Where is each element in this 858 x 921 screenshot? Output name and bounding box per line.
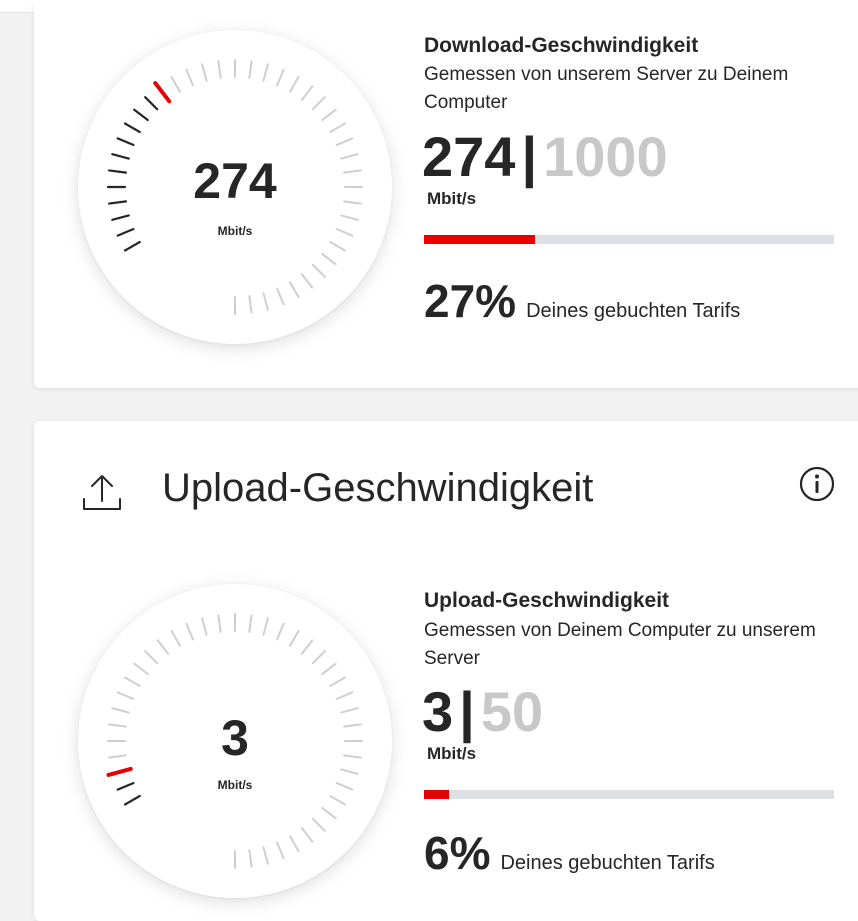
- gauge-tick: [262, 846, 269, 865]
- gauge-tick: [276, 622, 285, 641]
- gauge-indicator-tick: [153, 81, 172, 104]
- download-description: Gemessen von unserem Server zu Deinem Co…: [424, 64, 789, 113]
- gauge-tick: [248, 60, 253, 79]
- download-separator: |: [521, 125, 538, 188]
- gauge-tick: [262, 617, 269, 636]
- gauge-tick: [311, 650, 326, 665]
- gauge-tick: [217, 60, 222, 79]
- gauge-tick: [217, 614, 222, 633]
- gauge-tick: [123, 794, 141, 806]
- download-percent-label: Deines gebuchten Tarifs: [526, 300, 741, 322]
- gauge-tick: [300, 273, 314, 289]
- gauge-tick: [340, 214, 359, 221]
- gauge-tick: [276, 841, 285, 860]
- gauge-tick: [144, 650, 159, 665]
- gauge-tick: [156, 639, 170, 655]
- gauge-tick: [335, 137, 354, 146]
- upload-section-title: Upload-Geschwindigkeit: [162, 466, 594, 510]
- gauge-tick: [321, 806, 337, 820]
- gauge-tick: [111, 214, 130, 221]
- gauge-tick: [262, 63, 269, 82]
- gauge-tick: [248, 849, 253, 868]
- gauge-tick: [300, 639, 314, 655]
- upload-max-value: 50: [480, 680, 544, 743]
- gauge-tick: [133, 108, 149, 122]
- gauge-indicator-tick: [106, 766, 133, 777]
- gauge-tick: [123, 122, 141, 134]
- gauge-tick: [111, 707, 130, 714]
- upload-gauge: 3 Mbit/s: [78, 584, 392, 898]
- gauge-tick: [248, 614, 253, 633]
- gauge-tick: [329, 122, 346, 133]
- gauge-tick: [329, 795, 346, 806]
- upload-separator: |: [459, 680, 475, 743]
- gauge-tick: [300, 827, 314, 843]
- gauge-tick: [340, 768, 359, 775]
- gauge-tick: [329, 241, 346, 252]
- gauge-tick: [335, 691, 354, 700]
- upload-gauge-unit: Mbit/s: [217, 778, 253, 792]
- upload-percent-label: Deines gebuchten Tarifs: [500, 852, 715, 874]
- gauge-tick: [321, 252, 337, 266]
- gauge-tick: [170, 630, 181, 647]
- download-title: Download-Geschwindigkeit: [424, 34, 699, 57]
- download-progress-fill: [424, 235, 535, 244]
- download-gauge-value: 274: [193, 153, 277, 209]
- gauge-tick: [276, 287, 285, 306]
- gauge-tick: [311, 96, 326, 111]
- gauge-tick: [311, 817, 326, 832]
- gauge-tick: [289, 281, 300, 298]
- gauge-tick: [116, 691, 135, 700]
- gauge-tick: [289, 76, 300, 93]
- upload-title: Upload-Geschwindigkeit: [424, 589, 670, 612]
- info-icon[interactable]: [799, 466, 835, 507]
- download-progress-bar: [424, 235, 834, 244]
- download-unit: Mbit/s: [427, 189, 477, 208]
- upload-speed-row: 3 | 50: [422, 684, 543, 740]
- upload-card: Upload-Geschwindigkeit 3 Mbit/s Upload-G…: [34, 421, 858, 921]
- gauge-tick: [321, 108, 337, 122]
- gauge-tick: [123, 240, 141, 252]
- gauge-tick: [185, 68, 194, 87]
- gauge-tick: [201, 63, 208, 82]
- gauge-tick: [201, 617, 208, 636]
- gauge-tick: [185, 622, 194, 641]
- gauge-tick: [289, 835, 300, 852]
- download-percent: 27%: [424, 275, 517, 327]
- gauge-tick: [311, 263, 326, 278]
- gauge-tick: [170, 76, 181, 93]
- upload-measured-value: 3: [422, 680, 454, 743]
- download-gauge-unit: Mbit/s: [217, 224, 253, 238]
- gauge-tick: [300, 85, 314, 101]
- download-max-value: 1000: [543, 125, 668, 188]
- gauge-tick: [321, 662, 337, 676]
- gauge-tick: [144, 96, 159, 111]
- gauge-tick: [329, 676, 346, 687]
- upload-gauge-value: 3: [221, 710, 249, 766]
- gauge-tick: [276, 68, 285, 87]
- gauge-tick: [289, 630, 300, 647]
- gauge-tick: [116, 137, 135, 147]
- download-speed-row: 274 | 1000: [422, 129, 668, 185]
- download-percent-row: 27% Deines gebuchten Tarifs: [424, 274, 740, 328]
- gauge-tick: [262, 292, 269, 311]
- upload-percent: 6%: [424, 827, 491, 879]
- download-measured-value: 274: [422, 125, 516, 188]
- download-card: 274 Mbit/s Download-Geschwindigkeit Geme…: [34, 0, 858, 388]
- upload-unit: Mbit/s: [427, 744, 477, 763]
- gauge-tick: [248, 295, 253, 314]
- upload-icon: [80, 473, 126, 518]
- upload-percent-row: 6% Deines gebuchten Tarifs: [424, 826, 715, 880]
- gauge-tick: [133, 662, 149, 676]
- download-gauge: 274 Mbit/s: [78, 30, 392, 344]
- upload-progress-bar: [424, 790, 834, 799]
- upload-description: Gemessen von Deinem Computer zu unserem …: [424, 620, 816, 669]
- gauge-tick: [124, 676, 141, 687]
- upload-progress-fill: [424, 790, 449, 799]
- gauge-tick: [340, 707, 359, 714]
